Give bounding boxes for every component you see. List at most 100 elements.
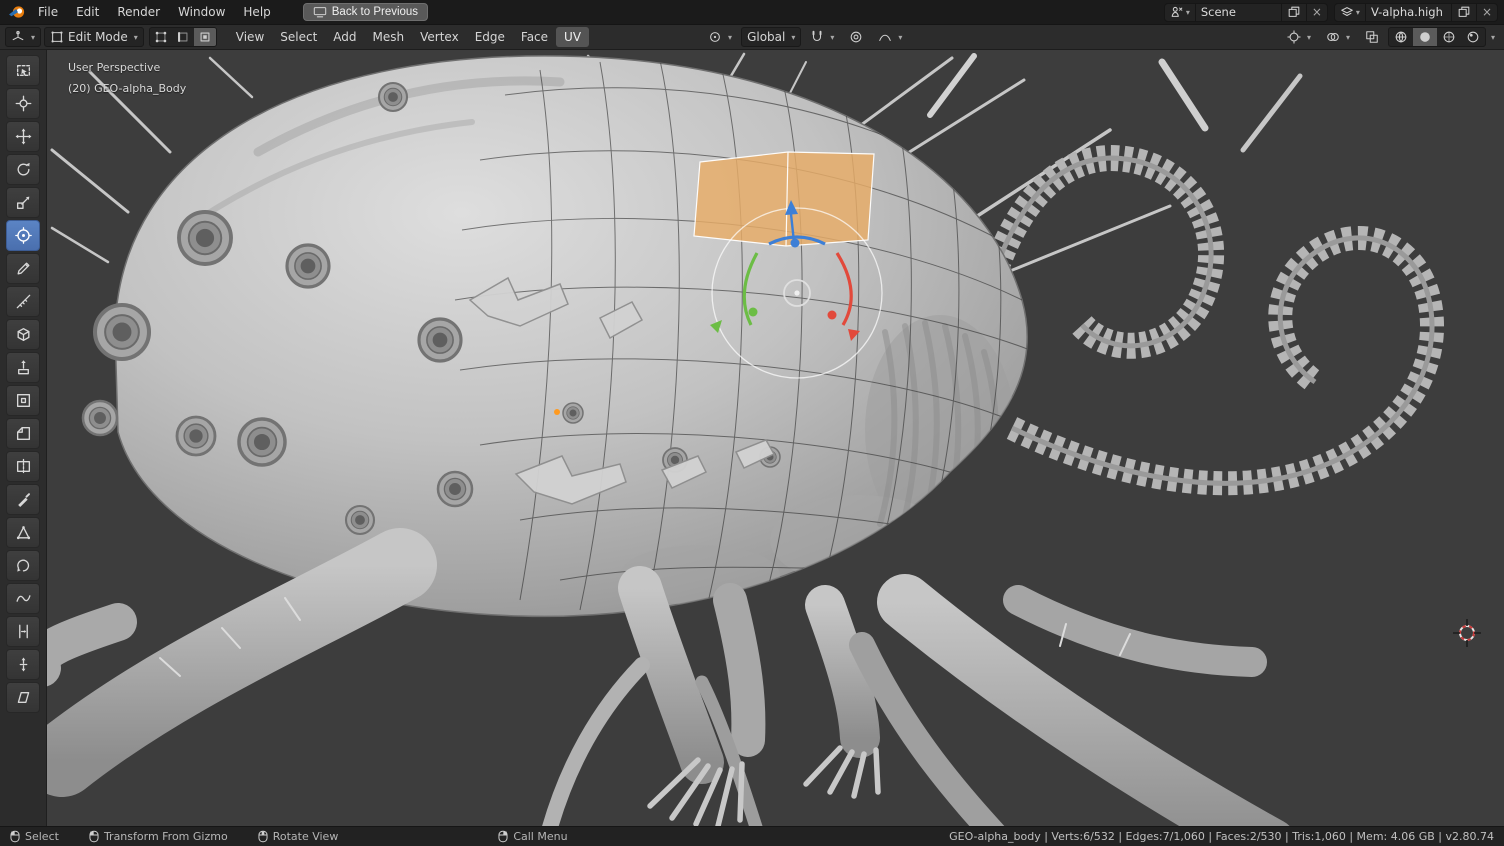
viewport-editor-icon (11, 30, 25, 44)
pivot-point-dropdown[interactable]: ▾ (702, 27, 738, 47)
blender-logo-icon[interactable] (6, 3, 28, 21)
menu-vertex[interactable]: Vertex (412, 27, 467, 47)
extrude-region-tool[interactable] (6, 352, 40, 383)
gizmo-x-handle[interactable] (828, 311, 837, 320)
shear-tool[interactable] (6, 682, 40, 713)
viewport-3d[interactable]: User Perspective (20) GEO-alpha_Body (47, 50, 1504, 826)
back-to-previous-button[interactable]: Back to Previous (303, 3, 428, 21)
gizmo-y-handle[interactable] (749, 308, 758, 317)
magnet-icon (810, 30, 824, 44)
overlays-dropdown[interactable]: ▾ (1320, 27, 1356, 47)
remove-view-layer-button[interactable]: × (1476, 4, 1497, 21)
add-cube-tool[interactable] (6, 319, 40, 350)
face-select-mode-button[interactable] (194, 28, 216, 46)
menu-select[interactable]: Select (272, 27, 325, 47)
wireframe-shading-button[interactable] (1389, 28, 1413, 46)
scene-statistics: GEO-alpha_body | Verts:6/532 | Edges:7/1… (949, 830, 1494, 843)
app: { "topbar": { "menus": ["File", "Edit", … (0, 0, 1504, 846)
topbar: File Edit Render Window Help Back to Pre… (0, 0, 1504, 24)
move-tool[interactable] (6, 121, 40, 152)
shading-dropdown[interactable]: ▾ (1491, 33, 1495, 42)
rendered-sphere-icon (1466, 30, 1480, 44)
loop-cut-tool[interactable] (6, 451, 40, 482)
proportional-editing-toggle[interactable] (843, 27, 869, 47)
poly-build-tool[interactable] (6, 517, 40, 548)
hint-select: Select (10, 830, 59, 843)
menu-face[interactable]: Face (513, 27, 556, 47)
solid-shading-button[interactable] (1413, 28, 1437, 46)
cursor-3d[interactable] (1453, 619, 1481, 647)
falloff-curve-icon (878, 30, 892, 44)
gizmo-icon (1287, 30, 1301, 44)
menu-add[interactable]: Add (325, 27, 364, 47)
transform-orientation-dropdown[interactable]: Global ▾ (741, 27, 801, 47)
scene-name-field[interactable]: Scene (1195, 4, 1281, 21)
menu-window[interactable]: Window (170, 3, 233, 21)
vertex-select-mode-button[interactable] (150, 28, 172, 46)
scene-browse-button[interactable]: ▾ (1165, 4, 1195, 21)
mode-dropdown[interactable]: Edit Mode ▾ (44, 27, 144, 47)
bevel-tool[interactable] (6, 418, 40, 449)
proportional-falloff-dropdown[interactable]: ▾ (872, 27, 908, 47)
edit-mode-icon (50, 30, 64, 44)
menu-edit[interactable]: Edit (68, 3, 107, 21)
snap-toggle-button[interactable]: ▾ (804, 27, 840, 47)
duplicate-icon (1457, 5, 1471, 19)
scene-icon (1170, 5, 1184, 19)
viewport-display-settings: ▾ ▾ ▾ (1281, 27, 1499, 47)
edge-slide-tool[interactable] (6, 616, 40, 647)
new-view-layer-button[interactable] (1451, 4, 1476, 21)
unlink-scene-button[interactable]: × (1306, 4, 1327, 21)
creature-tail-combs (985, 158, 1432, 483)
scale-tool[interactable] (6, 187, 40, 218)
knife-tool[interactable] (6, 484, 40, 515)
menu-help[interactable]: Help (235, 3, 278, 21)
cursor-tool[interactable] (6, 88, 40, 119)
menu-uv[interactable]: UV (556, 27, 589, 47)
scene-selector: ▾ Scene × (1164, 3, 1328, 22)
vertex-select-icon (154, 30, 168, 44)
rotate-tool[interactable] (6, 154, 40, 185)
box-select-tool[interactable] (6, 55, 40, 86)
rendered-shading-button[interactable] (1461, 28, 1485, 46)
inset-faces-tool[interactable] (6, 385, 40, 416)
chevron-down-icon: ▾ (791, 33, 795, 42)
proportional-editing-icon (849, 30, 863, 44)
smooth-tool[interactable] (6, 583, 40, 614)
view-layer-browse-button[interactable]: ▾ (1335, 4, 1365, 21)
show-gizmo-dropdown[interactable]: ▾ (1281, 27, 1317, 47)
edge-select-mode-button[interactable] (172, 28, 194, 46)
chevron-down-icon: ▾ (1307, 33, 1311, 42)
menu-view[interactable]: View (228, 27, 272, 47)
annotate-tool[interactable] (6, 253, 40, 284)
creature-body (115, 56, 1027, 617)
editor-type-dropdown[interactable]: ▾ (5, 27, 41, 47)
material-preview-shading-button[interactable] (1437, 28, 1461, 46)
hint-label: Transform From Gizmo (104, 830, 228, 843)
menu-mesh[interactable]: Mesh (365, 27, 413, 47)
chevron-down-icon: ▾ (31, 33, 35, 42)
selected-face[interactable] (694, 152, 874, 246)
mode-label: Edit Mode (68, 30, 128, 44)
edge-select-icon (176, 30, 190, 44)
menu-edge[interactable]: Edge (467, 27, 513, 47)
orientation-label: Global (747, 30, 785, 44)
new-scene-button[interactable] (1281, 4, 1306, 21)
view-layer-name-field[interactable]: V-alpha.high (1365, 4, 1451, 21)
xray-toggle-button[interactable] (1359, 27, 1385, 47)
transform-settings: ▾ Global ▾ ▾ ▾ (702, 27, 908, 47)
shrink-fatten-tool[interactable] (6, 649, 40, 680)
chevron-down-icon: ▾ (830, 33, 834, 42)
hint-label: Select (25, 830, 59, 843)
shading-mode-group (1388, 27, 1486, 47)
selected-vertex[interactable] (554, 409, 560, 415)
measure-tool[interactable] (6, 286, 40, 317)
hint-label: Call Menu (513, 830, 567, 843)
transform-tool[interactable] (6, 220, 40, 251)
menu-file[interactable]: File (30, 3, 66, 21)
back-to-previous-label: Back to Previous (332, 6, 418, 18)
spin-tool[interactable] (6, 550, 40, 581)
creature-legs (47, 565, 1270, 826)
viewport-3d-scene (47, 50, 1504, 826)
menu-render[interactable]: Render (109, 3, 168, 21)
